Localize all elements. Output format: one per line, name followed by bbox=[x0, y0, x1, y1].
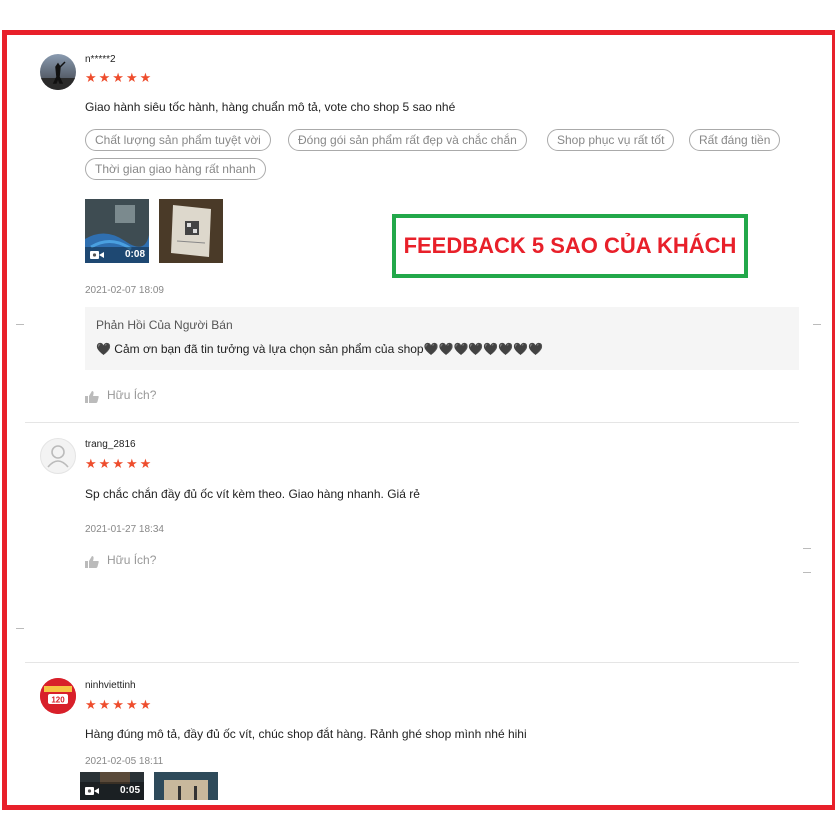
avatar[interactable] bbox=[40, 54, 76, 90]
star-rating: ★★★★★ bbox=[85, 456, 154, 471]
review-video-thumbnail[interactable]: 0:05 bbox=[80, 772, 144, 800]
user-silhouette-icon bbox=[47, 445, 69, 468]
helpful-label: Hữu Ích? bbox=[107, 553, 157, 567]
video-duration: 0:05 bbox=[119, 785, 140, 796]
seller-reply-title: Phản Hồi Của Người Bán bbox=[96, 318, 233, 332]
thumbs-up-icon bbox=[85, 555, 99, 573]
seller-reply: Phản Hồi Của Người Bán 🖤 Cảm ơn bạn đã t… bbox=[85, 307, 799, 370]
review-date: 2021-01-27 18:34 bbox=[85, 524, 164, 535]
reviewer-name: trang_2816 bbox=[85, 439, 136, 450]
reviewer-name: n*****2 bbox=[85, 54, 116, 65]
seller-reply-text: 🖤 Cảm ơn bạn đã tin tưởng và lựa chọn sả… bbox=[96, 342, 544, 356]
edge-tick bbox=[803, 572, 811, 573]
review-tag: Shop phục vụ rất tốt bbox=[547, 129, 675, 151]
review-tag: Rất đáng tiền bbox=[689, 129, 781, 151]
thumbs-up-icon bbox=[85, 390, 99, 408]
review-comment: Giao hành siêu tốc hành, hàng chuẩn mô t… bbox=[85, 100, 456, 114]
video-bar: 0:05 bbox=[80, 782, 144, 800]
helpful-label: Hữu Ích? bbox=[107, 388, 157, 402]
edge-tick bbox=[16, 628, 24, 629]
reviewer-name: ninhviettinh bbox=[85, 680, 136, 691]
review-tag: Đóng gói sản phẩm rất đẹp và chắc chắn bbox=[288, 129, 527, 151]
star-rating: ★★★★★ bbox=[85, 697, 154, 712]
review-divider bbox=[25, 662, 799, 663]
review-video-thumbnail[interactable]: 0:08 bbox=[85, 199, 149, 263]
review-date: 2021-02-05 18:11 bbox=[85, 756, 164, 767]
video-camera-icon bbox=[90, 250, 104, 263]
edge-tick bbox=[813, 324, 821, 325]
video-bar: 0:08 bbox=[85, 247, 149, 263]
star-rating: ★★★★★ bbox=[85, 70, 154, 85]
avatar-badge: 120 bbox=[51, 696, 65, 705]
edge-tick bbox=[803, 548, 811, 549]
review-date: 2021-02-07 18:09 bbox=[85, 285, 164, 296]
review-photo-thumbnail[interactable] bbox=[159, 199, 223, 263]
review-comment: Hàng đúng mô tả, đầy đủ ốc vít, chúc sho… bbox=[85, 727, 527, 741]
review-tag: Thời gian giao hàng rất nhanh bbox=[85, 158, 266, 180]
review-comment: Sp chắc chắn đầy đủ ốc vít kèm theo. Gia… bbox=[85, 487, 420, 501]
feedback-banner: FEEDBACK 5 SAO CỦA KHÁCH bbox=[392, 214, 748, 278]
video-camera-icon bbox=[85, 786, 99, 799]
review-photo-thumbnail[interactable] bbox=[154, 772, 218, 800]
edge-tick bbox=[16, 324, 24, 325]
avatar[interactable]: 120 bbox=[40, 678, 76, 714]
video-duration: 0:08 bbox=[124, 249, 145, 260]
review-tag: Chất lượng sản phẩm tuyệt vời bbox=[85, 129, 271, 151]
default-avatar[interactable] bbox=[40, 438, 76, 474]
review-divider bbox=[25, 422, 799, 423]
